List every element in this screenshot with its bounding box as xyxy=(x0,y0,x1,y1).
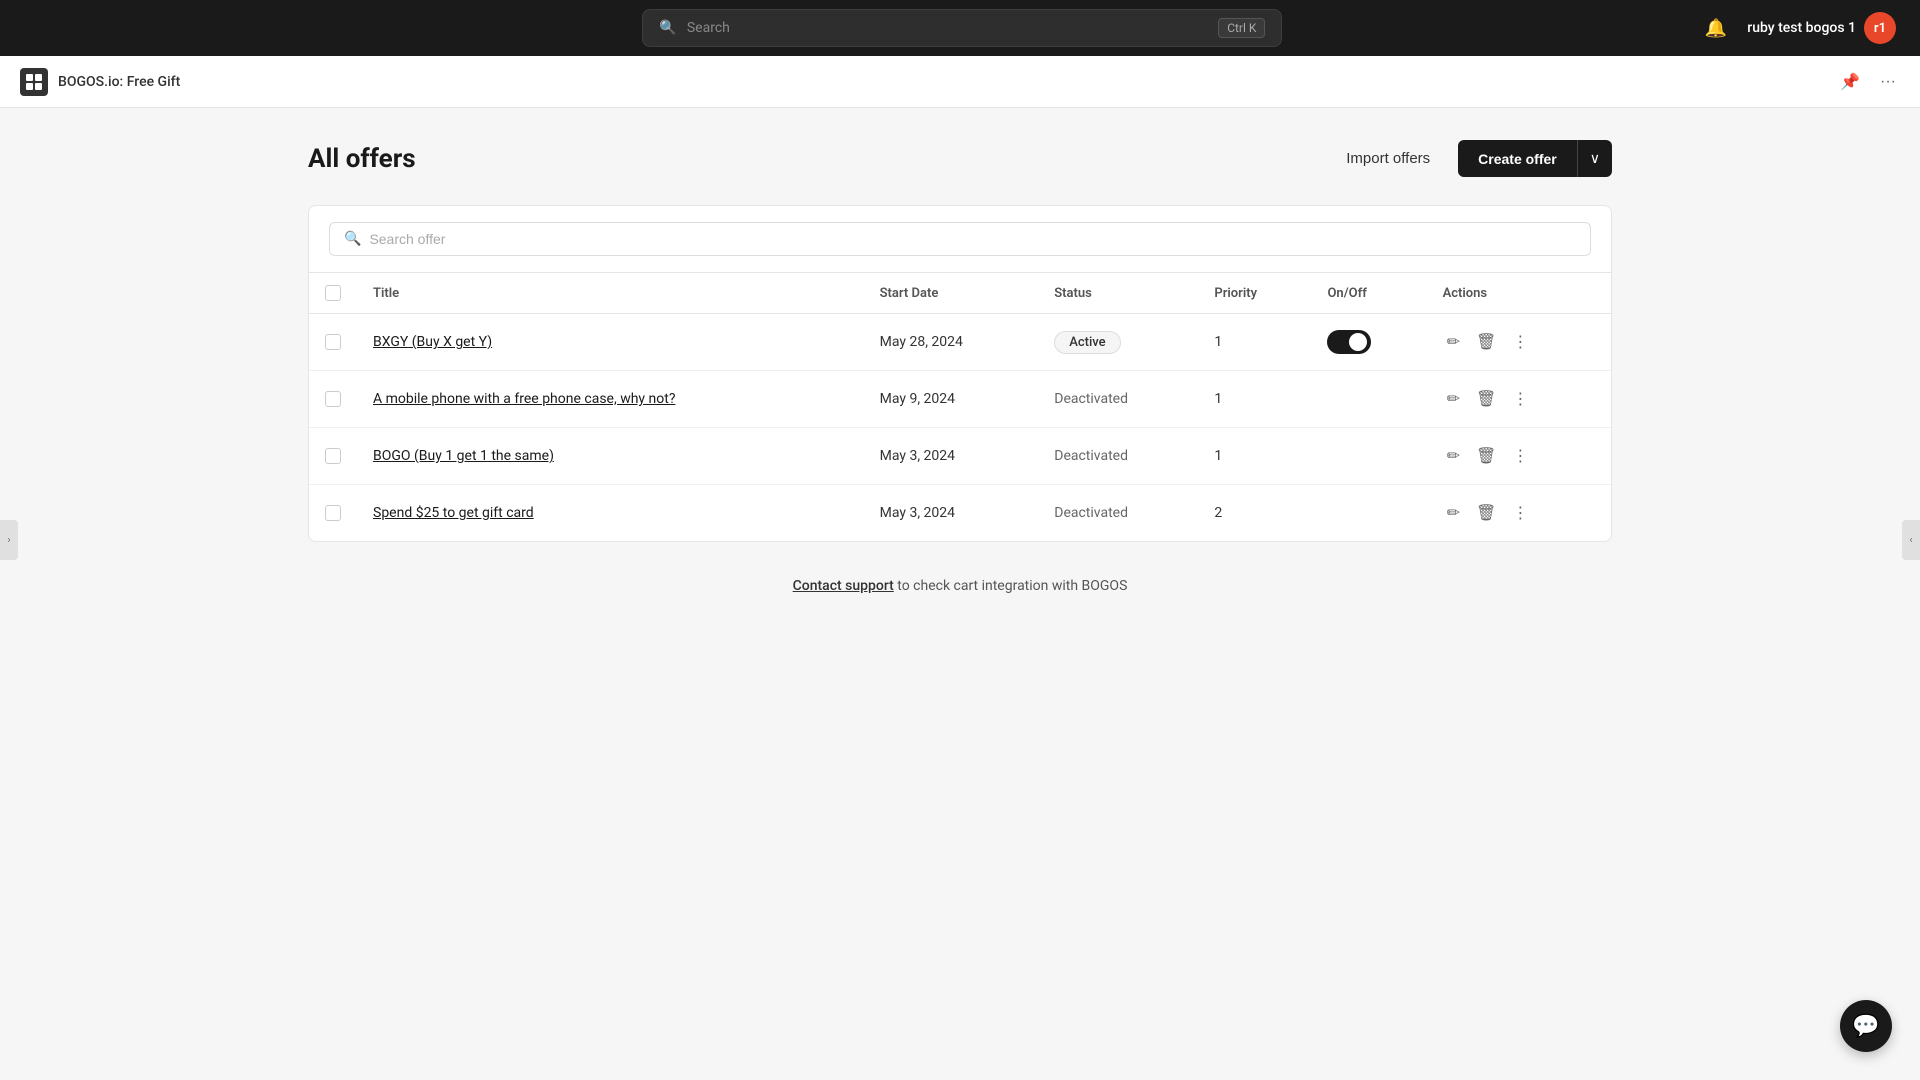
col-start-date: Start Date xyxy=(864,273,1039,314)
app-header: BOGOS.io: Free Gift 📌 ··· xyxy=(0,56,1920,108)
search-placeholder-text: Search xyxy=(687,20,1208,36)
global-search-bar[interactable]: 🔍 Search Ctrl K xyxy=(642,9,1282,47)
table-header: Title Start Date Status Priority On/Off … xyxy=(309,273,1611,314)
offer-title-link-2[interactable]: BOGO (Buy 1 get 1 the same) xyxy=(373,448,554,464)
app-title-text: BOGOS.io: Free Gift xyxy=(58,74,180,90)
offer-priority-3: 2 xyxy=(1198,485,1311,542)
offer-start-date-3: May 3, 2024 xyxy=(864,485,1039,542)
chat-icon: 💬 xyxy=(1852,1014,1879,1039)
offer-start-date-1: May 9, 2024 xyxy=(864,371,1039,428)
search-icon: 🔍 xyxy=(659,20,676,36)
search-offer-input-wrapper[interactable]: 🔍 xyxy=(329,222,1591,256)
row-checkbox-0[interactable] xyxy=(325,334,341,350)
offer-actions-2: ✏ 🗑 ⋮ xyxy=(1427,428,1611,485)
app-icon xyxy=(20,68,48,96)
offer-priority-1: 1 xyxy=(1198,371,1311,428)
page-header: All offers Import offers Create offer ∨ xyxy=(308,140,1612,177)
offer-priority-2: 1 xyxy=(1198,428,1311,485)
main-content: All offers Import offers Create offer ∨ … xyxy=(260,108,1660,626)
import-offers-button[interactable]: Import offers xyxy=(1330,142,1446,175)
offer-start-date-2: May 3, 2024 xyxy=(864,428,1039,485)
offers-table-container: 🔍 Title Start Date Status Priority On/Of… xyxy=(308,205,1612,542)
col-on-off: On/Off xyxy=(1311,273,1426,314)
footer-note: Contact support to check cart integratio… xyxy=(308,578,1612,594)
edit-button-0[interactable]: ✏ xyxy=(1443,328,1464,356)
row-checkbox-3[interactable] xyxy=(325,505,341,521)
offer-start-date-0: May 28, 2024 xyxy=(864,314,1039,371)
notification-bell-button[interactable]: 🔔 xyxy=(1701,14,1731,43)
offers-table: Title Start Date Status Priority On/Off … xyxy=(309,273,1611,541)
offer-status-3: Deactivated xyxy=(1038,485,1198,542)
search-offer-bar: 🔍 xyxy=(309,206,1611,273)
page-title: All offers xyxy=(308,144,416,174)
user-avatar: r1 xyxy=(1864,12,1896,44)
top-nav: 🔍 Search Ctrl K 🔔 ruby test bogos 1 r1 xyxy=(0,0,1920,56)
edit-button-2[interactable]: ✏ xyxy=(1443,442,1464,470)
table-row: BOGO (Buy 1 get 1 the same) May 3, 2024De… xyxy=(309,428,1611,485)
right-collapse-tab[interactable]: ‹ xyxy=(1902,520,1920,560)
row-checkbox-1[interactable] xyxy=(325,391,341,407)
col-status: Status xyxy=(1038,273,1198,314)
footer-text: to check cart integration with BOGOS xyxy=(894,578,1128,594)
create-offer-dropdown-button[interactable]: ∨ xyxy=(1577,140,1612,177)
offer-actions-0: ✏ 🗑 ⋮ xyxy=(1427,314,1611,371)
offer-title-link-1[interactable]: A mobile phone with a free phone case, w… xyxy=(373,391,675,407)
offer-toggle-cell-1 xyxy=(1311,371,1426,428)
right-arrow-icon: ‹ xyxy=(1909,535,1912,546)
create-offer-button[interactable]: Create offer xyxy=(1458,140,1577,177)
table-row: BXGY (Buy X get Y) May 28, 2024 Active 1 ✏ 🗑 ⋮ xyxy=(309,314,1611,371)
delete-button-0[interactable]: 🗑 xyxy=(1472,328,1500,356)
select-all-checkbox[interactable] xyxy=(325,285,341,301)
col-actions: Actions xyxy=(1427,273,1611,314)
row-checkbox-2[interactable] xyxy=(325,448,341,464)
left-arrow-icon: › xyxy=(7,535,10,546)
search-offer-icon: 🔍 xyxy=(344,231,361,247)
create-offer-group: Create offer ∨ xyxy=(1458,140,1612,177)
left-collapse-tab[interactable]: › xyxy=(0,520,18,560)
offer-toggle-cell-2 xyxy=(1311,428,1426,485)
header-buttons: Import offers Create offer ∨ xyxy=(1330,140,1612,177)
user-name-text: ruby test bogos 1 xyxy=(1747,20,1856,36)
search-shortcut-badge: Ctrl K xyxy=(1218,18,1265,38)
edit-button-3[interactable]: ✏ xyxy=(1443,499,1464,527)
more-action-button-2[interactable]: ⋮ xyxy=(1508,442,1532,470)
header-action-area: 📌 ··· xyxy=(1836,68,1900,96)
more-action-button-1[interactable]: ⋮ xyxy=(1508,385,1532,413)
delete-button-2[interactable]: 🗑 xyxy=(1472,442,1500,470)
edit-button-1[interactable]: ✏ xyxy=(1443,385,1464,413)
offer-priority-0: 1 xyxy=(1198,314,1311,371)
contact-support-link[interactable]: Contact support xyxy=(793,578,894,594)
table-row: A mobile phone with a free phone case, w… xyxy=(309,371,1611,428)
more-action-button-3[interactable]: ⋮ xyxy=(1508,499,1532,527)
offer-status-0: Active xyxy=(1038,314,1198,371)
nav-right-area: 🔔 ruby test bogos 1 r1 xyxy=(1701,12,1896,44)
offer-actions-1: ✏ 🗑 ⋮ xyxy=(1427,371,1611,428)
col-title: Title xyxy=(357,273,864,314)
offer-actions-3: ✏ 🗑 ⋮ xyxy=(1427,485,1611,542)
col-priority: Priority xyxy=(1198,273,1311,314)
status-badge-0: Active xyxy=(1054,331,1120,354)
offer-status-1: Deactivated xyxy=(1038,371,1198,428)
table-body: BXGY (Buy X get Y) May 28, 2024 Active 1 ✏ 🗑 ⋮… xyxy=(309,314,1611,542)
bogos-icon-svg xyxy=(24,72,44,92)
delete-button-1[interactable]: 🗑 xyxy=(1472,385,1500,413)
search-offer-field[interactable] xyxy=(369,231,1576,247)
offer-toggle-0[interactable] xyxy=(1327,330,1371,354)
offer-status-2: Deactivated xyxy=(1038,428,1198,485)
more-action-button-0[interactable]: ⋮ xyxy=(1508,328,1532,356)
user-info-area: ruby test bogos 1 r1 xyxy=(1747,12,1896,44)
delete-button-3[interactable]: 🗑 xyxy=(1472,499,1500,527)
offer-toggle-cell-3 xyxy=(1311,485,1426,542)
chevron-down-icon: ∨ xyxy=(1590,150,1600,166)
table-row: Spend $25 to get gift card May 3, 2024Dea… xyxy=(309,485,1611,542)
offer-toggle-cell-0 xyxy=(1311,314,1426,371)
more-options-button[interactable]: ··· xyxy=(1876,69,1900,95)
pin-button[interactable]: 📌 xyxy=(1836,68,1864,96)
offer-title-link-3[interactable]: Spend $25 to get gift card xyxy=(373,505,534,521)
offer-title-link-0[interactable]: BXGY (Buy X get Y) xyxy=(373,334,492,350)
app-title-area: BOGOS.io: Free Gift xyxy=(20,68,180,96)
chat-support-button[interactable]: 💬 xyxy=(1840,1000,1892,1052)
